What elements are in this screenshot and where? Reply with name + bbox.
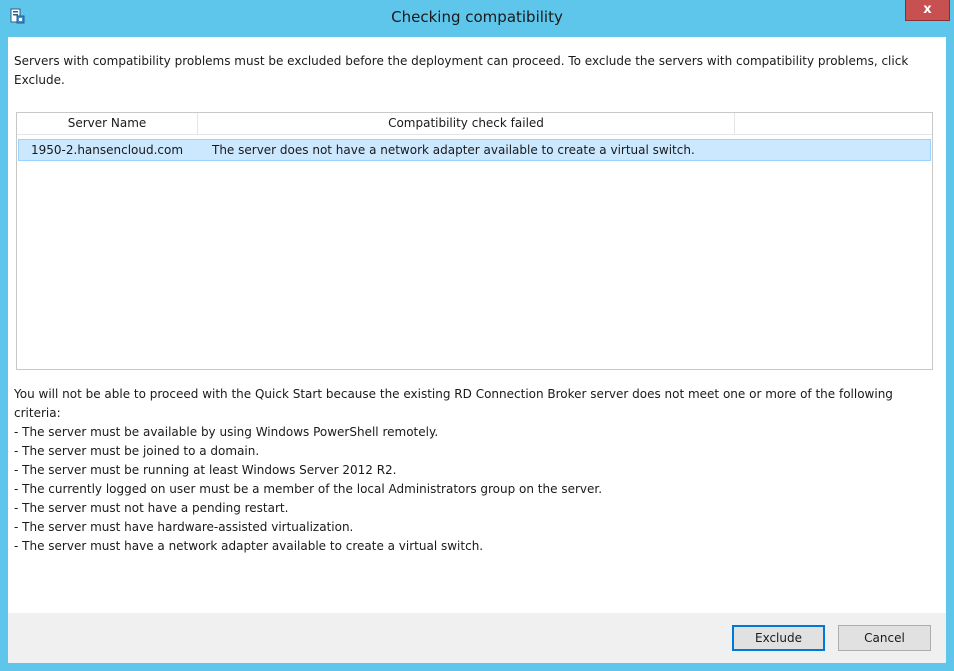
criteria-item: - The server must be running at least Wi… — [14, 463, 397, 477]
compatibility-list[interactable]: Server Name Compatibility check failed 1… — [16, 112, 933, 370]
criteria-item: - The server must have hardware-assisted… — [14, 520, 354, 534]
list-header: Server Name Compatibility check failed — [17, 113, 932, 135]
server-name-cell: 1950-2.hansencloud.com — [31, 143, 184, 157]
criteria-intro: You will not be able to proceed with the… — [14, 387, 893, 420]
criteria-text: You will not be able to proceed with the… — [14, 385, 932, 556]
exclude-button[interactable]: Exclude — [732, 625, 825, 651]
close-button[interactable]: x — [905, 0, 950, 21]
criteria-item: - The server must be available by using … — [14, 425, 439, 439]
column-header-server-name[interactable]: Server Name — [17, 113, 198, 135]
column-header-check-failed[interactable]: Compatibility check failed — [198, 113, 735, 135]
checking-compatibility-dialog: Checking compatibility x Servers with co… — [0, 0, 954, 671]
dialog-body: Servers with compatibility problems must… — [8, 37, 946, 663]
intro-text: Servers with compatibility problems must… — [14, 54, 909, 87]
criteria-item: - The server must be joined to a domain. — [14, 444, 260, 458]
title-bar[interactable]: Checking compatibility x — [0, 0, 954, 37]
criteria-item: - The currently logged on user must be a… — [14, 482, 603, 496]
criteria-item: - The server must not have a pending res… — [14, 501, 289, 515]
table-row[interactable]: 1950-2.hansencloud.com The server does n… — [18, 139, 931, 161]
window-title: Checking compatibility — [391, 8, 563, 26]
column-header-empty[interactable] — [735, 113, 932, 135]
check-failed-cell: The server does not have a network adapt… — [212, 143, 695, 157]
cancel-button[interactable]: Cancel — [838, 625, 931, 651]
button-bar: Exclude Cancel — [8, 613, 946, 663]
criteria-item: - The server must have a network adapter… — [14, 539, 484, 553]
